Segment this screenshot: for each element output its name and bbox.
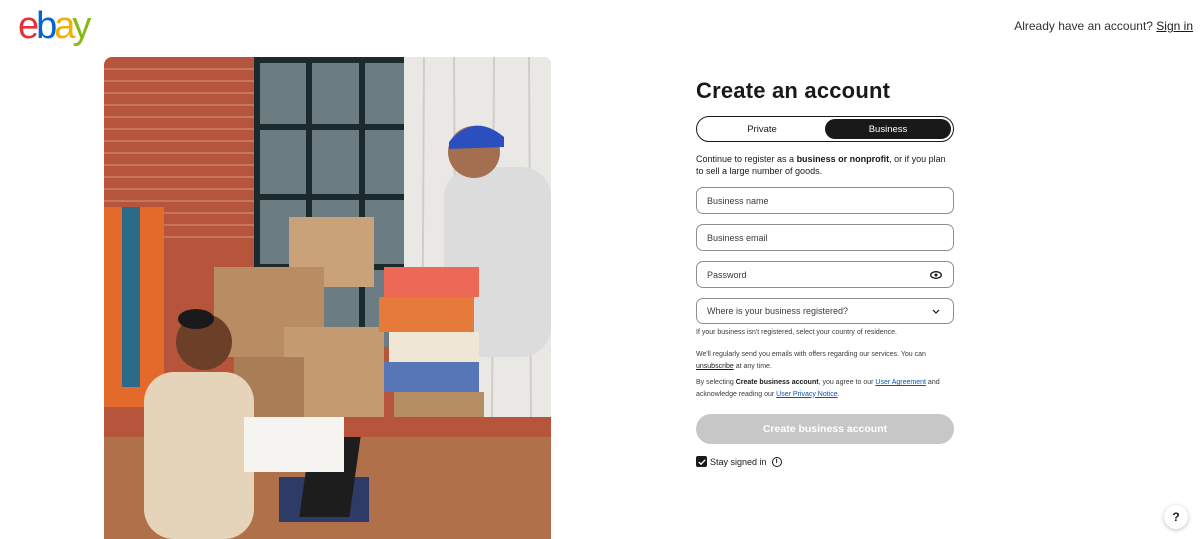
agreement-bold: Create business account xyxy=(735,379,819,386)
intro-text: Continue to register as a business or no… xyxy=(696,153,954,177)
country-select[interactable]: Where is your business registered? xyxy=(696,298,954,324)
emails-notice-pre: We'll regularly send you emails with off… xyxy=(696,351,926,358)
hero-illustration xyxy=(104,57,551,539)
eye-icon[interactable] xyxy=(929,268,943,282)
business-email-placeholder: Business email xyxy=(707,232,768,243)
unsubscribe-link[interactable]: unsubscribe xyxy=(696,363,734,370)
stay-signed-in-label: Stay signed in xyxy=(710,456,767,467)
tab-business[interactable]: Business xyxy=(825,119,951,139)
chevron-down-icon xyxy=(929,304,943,318)
agreement-mid: , you agree to our xyxy=(818,379,876,386)
page-title: Create an account xyxy=(696,78,891,103)
country-select-value: Where is your business registered? xyxy=(707,306,849,316)
user-agreement-link[interactable]: User Agreement xyxy=(875,379,926,386)
intro-pre: Continue to register as a xyxy=(696,154,797,164)
password-placeholder: Password xyxy=(707,269,747,280)
logo-letter-a: a xyxy=(54,5,75,47)
business-name-placeholder: Business name xyxy=(707,195,769,206)
help-button[interactable]: ? xyxy=(1164,505,1188,529)
business-name-field[interactable]: Business name xyxy=(696,187,954,214)
stay-signed-in[interactable]: Stay signed in i xyxy=(696,456,954,467)
agreement-end: . xyxy=(837,390,840,398)
agreement-text: By selecting Create business account, yo… xyxy=(696,377,954,400)
logo-letter-y: y xyxy=(72,5,91,47)
logo-letter-e: e xyxy=(18,5,39,47)
emails-notice-post: at any time. xyxy=(733,362,772,370)
intro-bold: business or nonprofit xyxy=(796,154,890,164)
country-hint: If your business isn't registered, selec… xyxy=(696,329,897,336)
logo-letter-b: b xyxy=(36,5,57,47)
create-business-account-button[interactable]: Create business account xyxy=(696,414,954,444)
emails-notice: We'll regularly send you emails with off… xyxy=(696,349,954,372)
signup-form: Create an account Private Business Conti… xyxy=(696,78,954,467)
sign-in-link[interactable]: Sign in xyxy=(1156,19,1193,33)
info-icon[interactable]: i xyxy=(771,456,782,467)
sign-in-prompt-text: Already have an account? xyxy=(1014,19,1153,33)
agreement-pre: By selecting xyxy=(696,379,736,386)
stay-signed-in-checkbox[interactable] xyxy=(696,456,707,467)
tab-private[interactable]: Private xyxy=(699,119,825,139)
sign-in-prompt: Already have an account? Sign in xyxy=(1014,19,1193,33)
privacy-notice-link[interactable]: User Privacy Notice xyxy=(776,391,837,398)
account-type-toggle[interactable]: Private Business xyxy=(696,116,954,142)
ebay-logo[interactable]: ebay xyxy=(18,7,94,45)
password-field[interactable]: Password xyxy=(696,261,954,288)
business-email-field[interactable]: Business email xyxy=(696,224,954,251)
hero-image xyxy=(104,57,551,539)
